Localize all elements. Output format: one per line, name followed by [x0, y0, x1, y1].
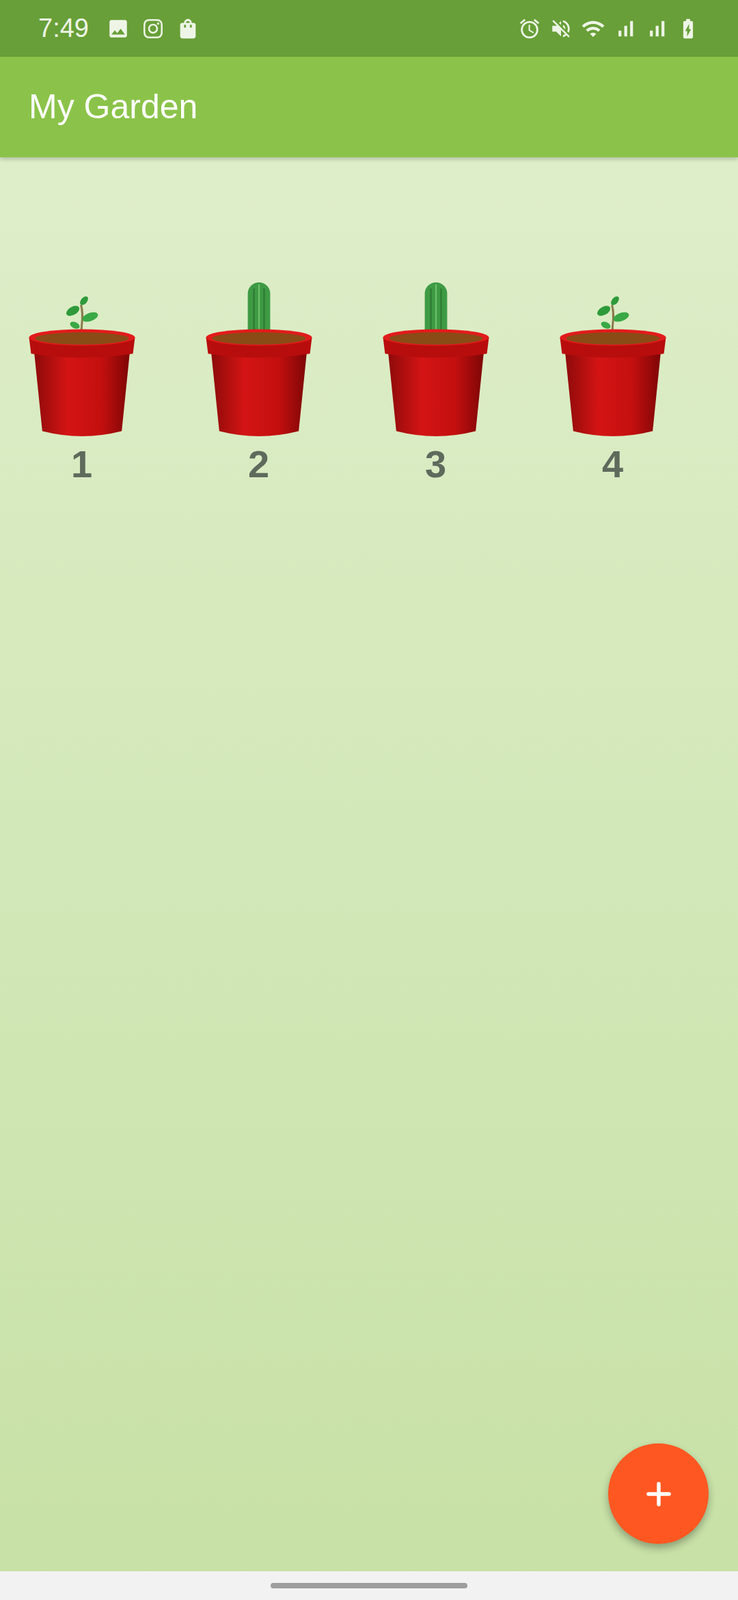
gallery-icon: [106, 17, 130, 41]
navigation-bar: [0, 1570, 738, 1599]
status-time: 7:49: [38, 8, 89, 48]
plant-label: 2: [248, 440, 270, 487]
cactus-pot-icon: [205, 280, 313, 439]
garden-area: 1 2 3 4: [0, 157, 738, 1571]
app-screen: 7:49 My Garden 1 2 3 4: [0, 0, 738, 1599]
mute-icon: [549, 17, 573, 41]
plant-item[interactable]: 1: [0, 280, 171, 487]
plant-label: 4: [602, 440, 624, 487]
instagram-icon: [142, 17, 164, 40]
plus-icon: [640, 1475, 677, 1511]
alarm-icon: [517, 17, 542, 41]
plant-item[interactable]: 4: [524, 280, 702, 487]
gesture-handle[interactable]: [270, 1581, 468, 1588]
shopping-bag-icon: [176, 17, 200, 41]
signal-icon: [613, 17, 637, 41]
signal-icon: [645, 17, 669, 41]
app-title: My Garden: [28, 81, 198, 133]
battery-icon: [676, 17, 700, 41]
wifi-icon: [580, 16, 606, 41]
sprout-pot-icon: [558, 280, 667, 439]
app-bar: My Garden: [0, 56, 738, 158]
plant-item[interactable]: 2: [170, 280, 348, 487]
status-bar: 7:49: [0, 0, 738, 57]
plant-item[interactable]: 3: [347, 280, 525, 487]
plant-label: 3: [425, 440, 447, 487]
add-plant-button[interactable]: [608, 1442, 709, 1543]
sprout-pot-icon: [28, 280, 136, 439]
plant-grid: 1 2 3 4: [0, 280, 738, 487]
plant-label: 1: [71, 440, 93, 487]
cactus-pot-icon: [381, 280, 490, 439]
